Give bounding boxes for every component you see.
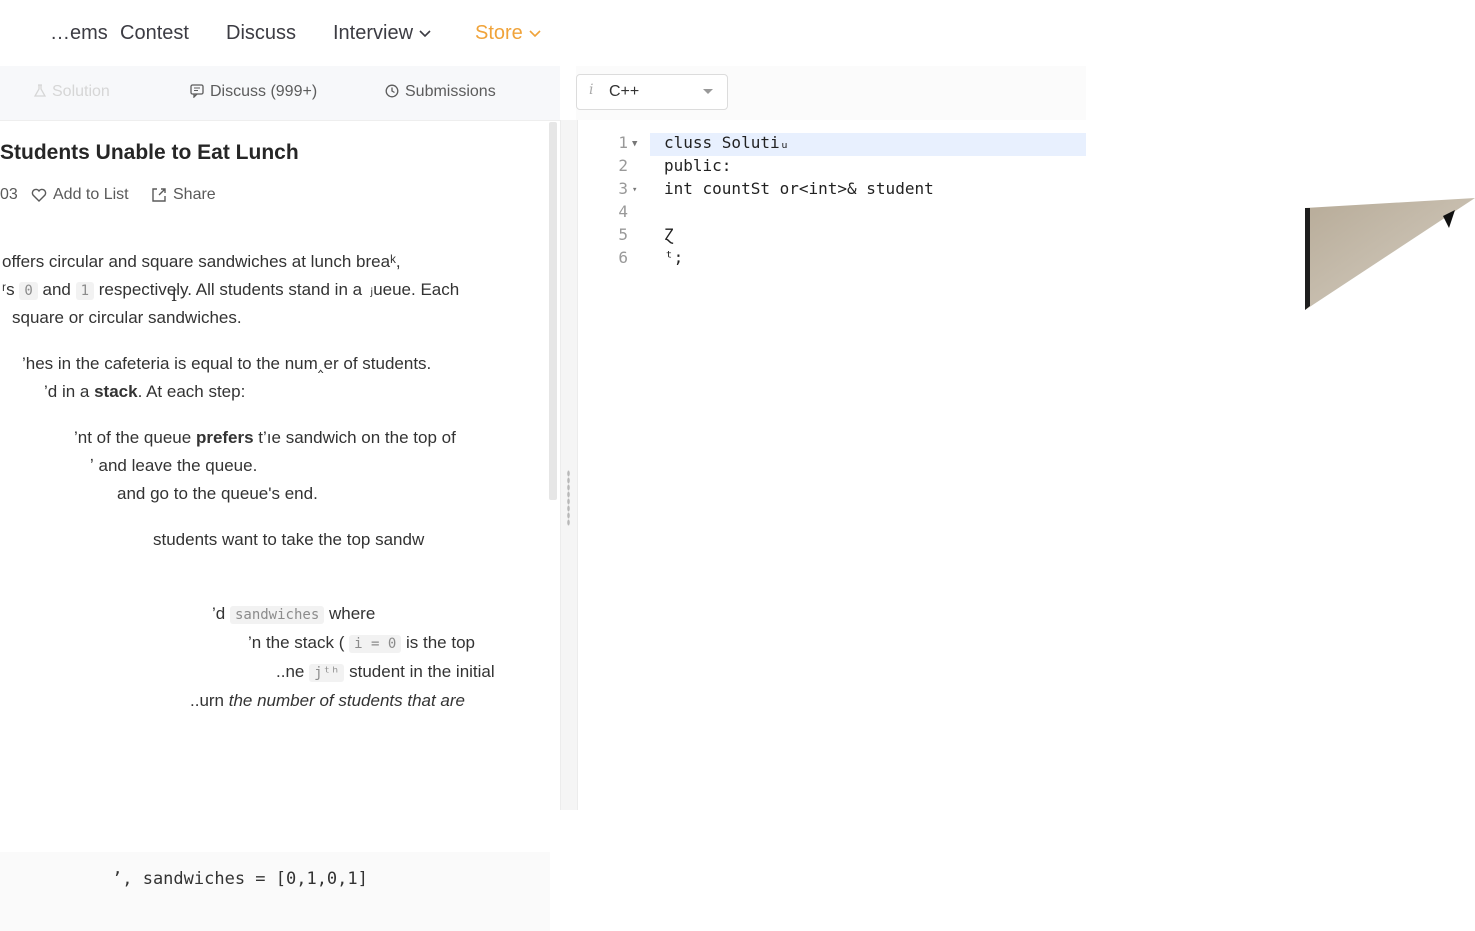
desc-text: and [42,280,71,299]
line-number: 6 [618,248,628,267]
desc-text: respec​tively. All students stand in a ⱼ… [98,280,460,299]
desc-text: ’d in a [44,382,95,401]
example-input: ʼ, sandwiches = [0,1,0,1] [112,869,368,889]
fold-arrow-icon[interactable]: ▼ [632,139,637,149]
desc-line: ’hes in the cafeteria is equal to the nu… [22,354,432,373]
desc-text: ..ne [276,662,305,681]
inline-code: 1 [75,282,95,300]
desc-line: ’nt of the queue prefers t’ıe sandwich o… [74,427,456,449]
tab-solution-label: Solution [52,83,110,100]
line-number: 3 [618,179,628,198]
desc-line: square or circular sandwiches. [12,308,242,327]
likes-count: 03 [0,186,18,203]
top-nav: …ems Contest Discuss Interview Store [0,0,1475,66]
example-box: ʼ, sandwiches = [0,1,0,1] [0,852,550,931]
description-scrollbar[interactable] [549,122,557,500]
desc-line: ..ne jᵗʰ student in the initial [276,661,495,684]
code-text: Ɀ [664,225,674,244]
desc-line: offers circular and square sandwiches at… [2,252,401,271]
inline-code: jᵗʰ [309,664,345,682]
info-icon: i [589,82,594,98]
desc-text: ʳs [2,280,15,299]
heart-icon [31,188,47,202]
code-line: 6 ᵗ; [576,248,1096,271]
desc-line: ’d in a stack. At each step: [44,381,245,403]
line-number: 4 [618,202,628,221]
inline-code: i = 0 [349,635,402,653]
code-text: ᵗ; [664,248,684,267]
desc-line: students want to take the top sandw [153,530,425,549]
tab-submissions-label: Submissions [405,83,496,100]
code-line: 3 ▾ int countSt or<int>& student [576,179,1096,202]
flask-icon [33,84,47,97]
desc-text: ..urn [190,691,229,710]
camera-overlay-image [1305,198,1475,310]
fold-arrow-icon[interactable]: ▾ [632,185,637,195]
problem-tab-bar: Solution Discuss (999+) Submissions [0,66,560,121]
text-cursor-icon: I [171,286,178,305]
add-to-list-label: Add to List [53,186,129,203]
clock-icon [385,84,399,98]
desc-text: ’n the stack ( [248,633,345,652]
language-value: C++ [609,83,640,100]
desc-italic: the number of students that are [228,691,466,710]
nav-store[interactable]: Store [475,20,541,46]
share-label: Share [173,186,216,203]
desc-bold: stack [94,382,138,401]
code-text: cluss Solutiᵤ [664,133,790,152]
desc-line: ’n the stack ( i = 0 is the top [248,632,475,655]
code-text: int countSt or<int>& student [664,179,934,198]
problem-title: Students Unable to Eat Lunch [0,141,299,164]
code-line: 2 public: [576,156,1096,179]
desc-line: ʼ and leave the queue. [90,456,258,475]
language-select[interactable]: i C++ [576,74,728,110]
nav-discuss[interactable]: Discuss [226,20,296,46]
share-icon [152,188,166,202]
nav-contest[interactable]: Contest [120,20,189,46]
nav-interview[interactable]: Interview [333,20,431,46]
code-line: 5 Ɀ [576,225,1096,248]
desc-text: ’nt of the queue [74,428,196,447]
desc-line: ..urn the number of students that are [190,690,465,712]
desc-text: student in the initial [349,662,495,681]
desc-line: and go to the queue's end. [117,484,318,503]
add-to-list-button[interactable]: Add to List [31,186,129,204]
nav-problems[interactable]: …ems [50,20,108,46]
code-line: 4 [576,202,1096,225]
desc-bold: prefers [195,428,254,447]
desc-text: t’ıe sandwich on the top of [253,428,456,447]
desc-line: ’d sandwiches where [212,603,375,626]
nav-interview-label: Interview [333,22,414,44]
line-number: 1 [618,133,628,152]
desc-line: ʳs 0 and 1 respec​tively. All students s… [2,279,459,302]
caret-down-icon [703,89,713,94]
tab-solution[interactable]: Solution [33,83,110,101]
tab-discuss-label: Discuss (999+) [210,83,318,100]
desc-text: is the top [406,633,475,652]
chevron-down-icon [419,30,431,37]
code-editor[interactable]: 1 ▼ cluss Solutiᵤ 2 public: 3 ▾ int coun… [576,130,1096,810]
line-number: 5 [618,225,628,244]
tab-submissions[interactable]: Submissions [385,83,496,101]
code-text: public: [664,156,732,175]
desc-text: . At each step: [137,382,246,401]
inline-code: 0 [19,282,38,300]
code-line: 1 ▼ cluss Solutiᵤ [576,133,1096,156]
nav-store-label: Store [475,22,523,44]
share-button[interactable]: Share [151,186,216,204]
drag-handle-icon[interactable] [567,470,570,526]
inline-code: sandwiches [229,606,325,624]
chevron-down-icon [529,30,541,37]
desc-text: ’d [212,604,226,623]
comment-icon [190,84,204,99]
tab-discuss[interactable]: Discuss (999+) [190,83,317,101]
desc-text: where [329,604,376,623]
line-number: 2 [618,156,628,175]
